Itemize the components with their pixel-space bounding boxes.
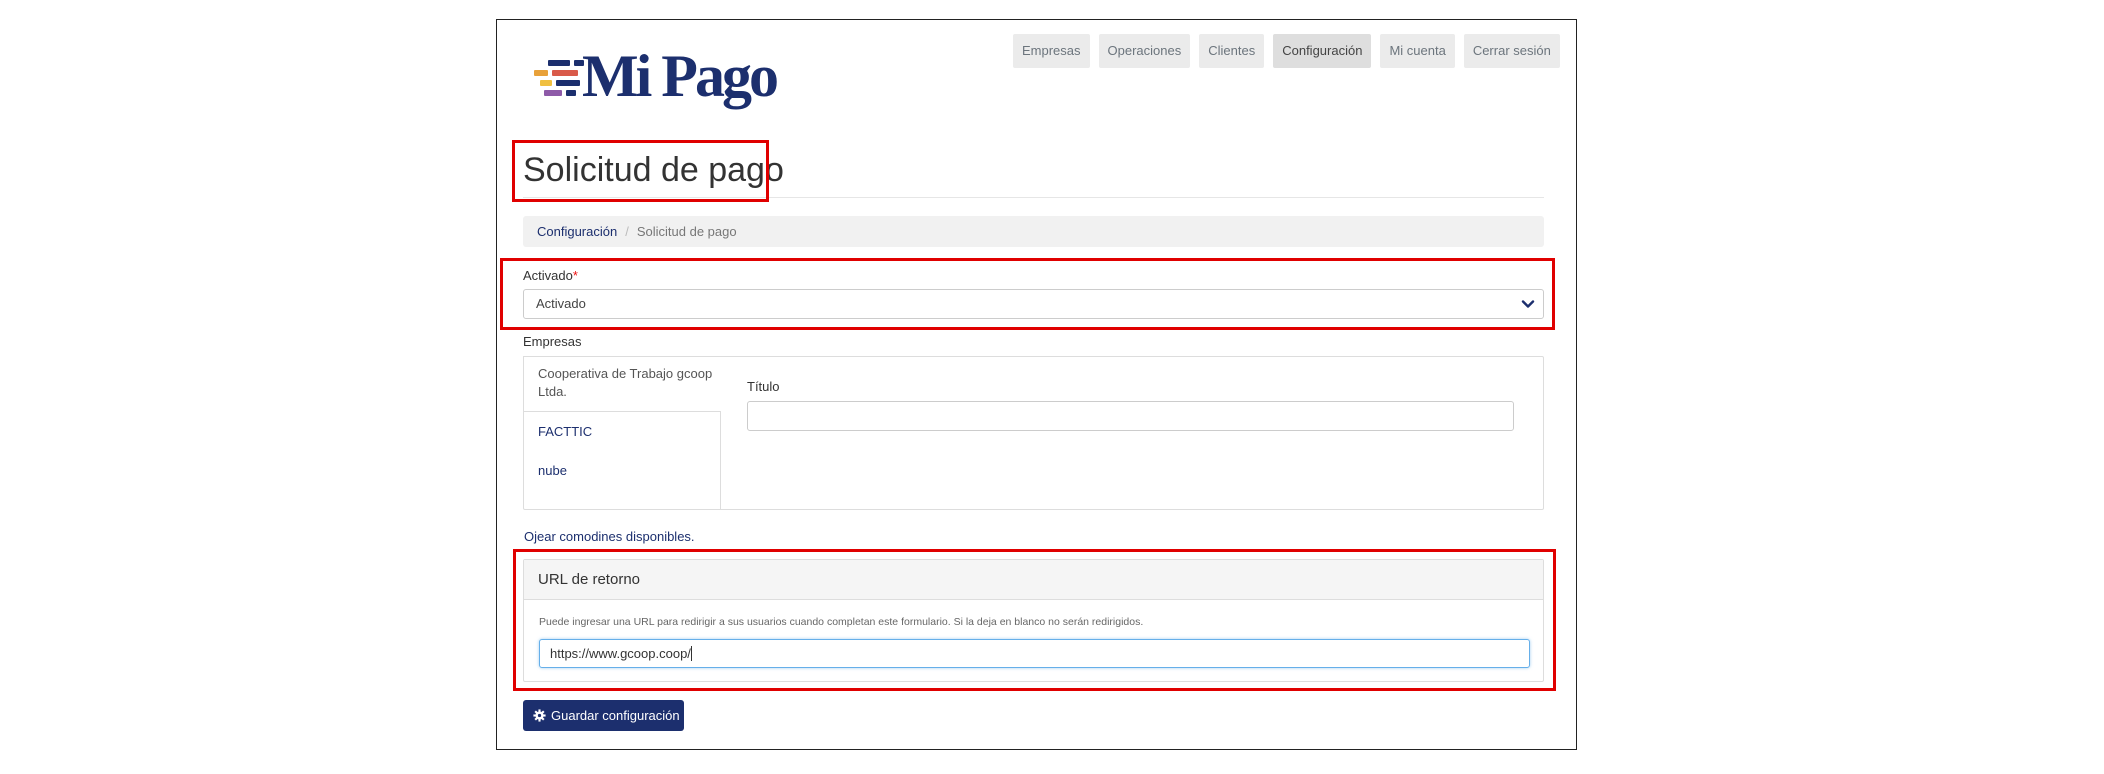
highlight-return-url <box>513 549 1556 691</box>
titulo-label: Título <box>747 379 780 394</box>
save-config-button[interactable]: Guardar configuración <box>523 700 684 731</box>
wildcards-link[interactable]: Ojear comodines disponibles. <box>524 529 695 544</box>
highlight-title <box>512 140 769 202</box>
nav-mi-cuenta[interactable]: Mi cuenta <box>1380 34 1455 68</box>
save-label: Guardar configuración <box>551 708 680 723</box>
highlight-activado <box>500 258 1555 330</box>
nav-operaciones[interactable]: Operaciones <box>1098 34 1191 68</box>
tab-facttic[interactable]: FACTTIC <box>538 423 592 441</box>
breadcrumb: Configuración / Solicitud de pago <box>523 216 1544 247</box>
tab-cooperativa-label-line1: Cooperativa de Trabajo gcoop <box>538 366 713 381</box>
breadcrumb-current: Solicitud de pago <box>636 224 737 239</box>
tab-cooperativa-label-line2: Ltda. <box>538 384 567 399</box>
tab-divider-horizontal <box>523 411 721 412</box>
gear-icon <box>533 709 546 722</box>
nav-clientes[interactable]: Clientes <box>1199 34 1265 68</box>
nav-configuracion[interactable]: Configuración <box>1273 34 1372 68</box>
logo-text: Mi Pago <box>582 43 779 109</box>
mipago-logo[interactable]: Mi Pago <box>530 43 800 116</box>
nav-cerrar-sesion[interactable]: Cerrar sesión <box>1463 34 1560 68</box>
breadcrumb-separator: / <box>625 224 629 239</box>
titulo-input[interactable] <box>747 401 1514 431</box>
nav-empresas[interactable]: Empresas <box>1013 34 1090 68</box>
breadcrumb-configuracion[interactable]: Configuración <box>537 224 617 239</box>
empresas-label: Empresas <box>523 334 582 349</box>
top-nav: Empresas Operaciones Clientes Configurac… <box>1013 34 1560 68</box>
tab-nube[interactable]: nube <box>538 462 567 480</box>
tab-divider-vertical <box>720 411 721 510</box>
